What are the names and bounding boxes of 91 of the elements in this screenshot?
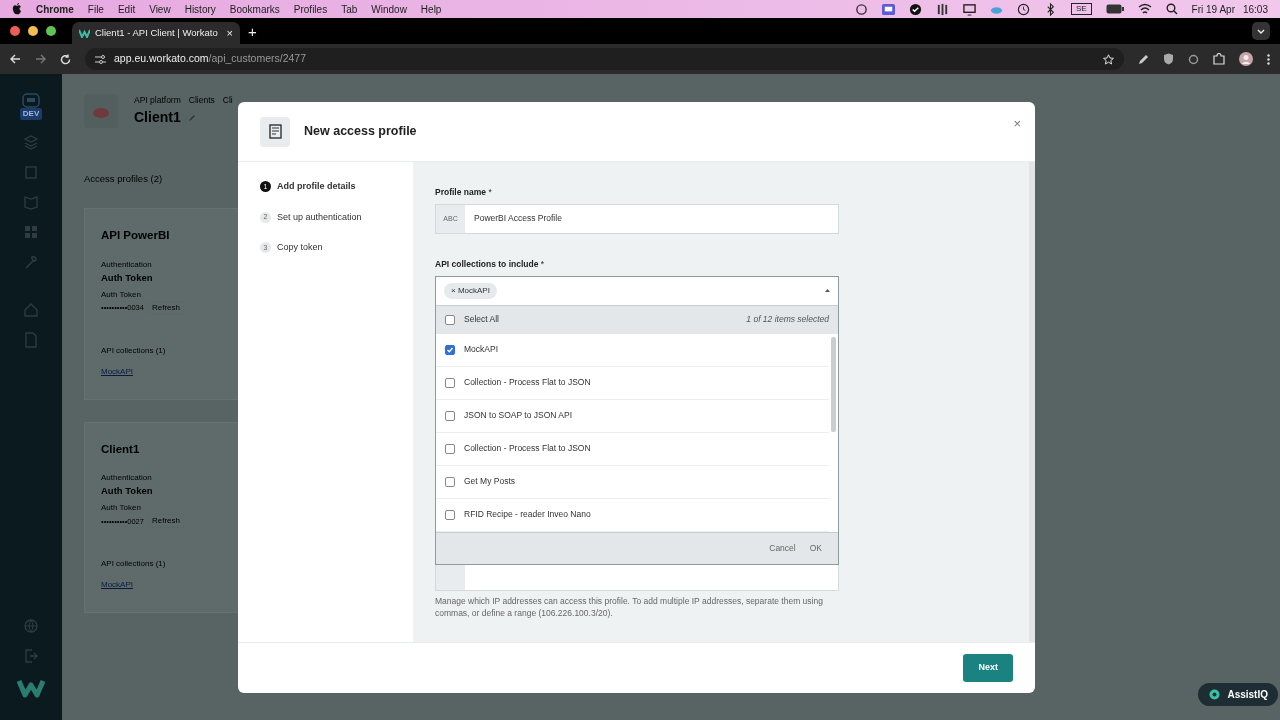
menu-item[interactable]: Edit <box>117 1 136 17</box>
profile-name: Client1 <box>101 441 141 457</box>
menu-item[interactable]: History <box>184 1 216 17</box>
scrollbar-thumb[interactable] <box>831 336 836 432</box>
menu-item[interactable]: View <box>149 1 171 17</box>
puzzle-icon[interactable] <box>1213 53 1225 65</box>
field-label: Authentication <box>101 472 153 484</box>
assistant-button[interactable]: AssistIQ <box>1198 683 1278 706</box>
forward-icon[interactable] <box>35 54 46 64</box>
cancel-button[interactable]: Cancel <box>769 541 796 555</box>
menu-item[interactable]: Tab <box>341 1 358 17</box>
checkbox[interactable] <box>445 377 455 388</box>
field-label: API collections to include * <box>435 257 546 271</box>
selection-count: 1 of 12 items selected <box>746 313 829 326</box>
form-icon <box>260 116 290 147</box>
field-value: Auth Token <box>101 270 154 285</box>
checkbox[interactable] <box>445 410 455 421</box>
app-menu[interactable]: Chrome <box>36 1 74 17</box>
wifi-icon[interactable] <box>1137 3 1152 15</box>
menu-item[interactable]: Bookmarks <box>229 1 280 17</box>
new-tab-button[interactable]: + <box>248 23 257 39</box>
back-icon[interactable] <box>10 54 21 64</box>
checkbox[interactable] <box>445 314 455 325</box>
field-label: Profile name * <box>435 186 493 199</box>
field-value: Auth Token <box>101 484 154 498</box>
modal-title: New access profile <box>304 123 417 141</box>
ok-button[interactable]: OK <box>809 541 822 555</box>
tab-title: Client1 - API Client | Workato <box>95 25 219 40</box>
collections-select[interactable]: × MockAPI <box>436 276 838 306</box>
avatar-icon[interactable] <box>1239 52 1253 66</box>
caret-up-icon[interactable] <box>825 289 830 292</box>
check-icon[interactable] <box>908 2 922 16</box>
monitor-icon[interactable] <box>962 2 976 16</box>
menubar-time[interactable]: 16:03 <box>1242 1 1268 17</box>
w-logo-icon <box>79 28 90 38</box>
help-text: Manage which IP addresses can access this profile. To add multiple IP addresses, separate them using commas, or define a range (106.226.100.3/20). <box>435 594 824 620</box>
close-window-button[interactable] <box>10 26 20 36</box>
site-settings-icon[interactable] <box>95 54 106 64</box>
client-title: Client1 <box>134 107 181 127</box>
option-row[interactable]: MockAPI <box>436 333 829 367</box>
checkbox[interactable] <box>445 344 455 355</box>
search-icon[interactable] <box>1165 3 1178 15</box>
next-button[interactable]: Next <box>963 654 1013 682</box>
refresh-button[interactable]: Refresh <box>147 514 184 529</box>
tab-close[interactable]: × <box>226 24 233 42</box>
field-label: API collections (1) <box>101 558 167 571</box>
checkbox[interactable] <box>445 476 455 487</box>
battery-icon[interactable] <box>1105 4 1124 14</box>
menu-item[interactable]: Help <box>420 1 442 17</box>
option-row[interactable]: Collection - Process Flat to JSON <box>436 366 829 400</box>
option-row[interactable]: JSON to SOAP to JSON API <box>436 399 829 433</box>
star-icon[interactable] <box>1103 53 1114 65</box>
select-all-label[interactable]: Select All <box>464 313 738 326</box>
close-button[interactable]: × <box>1013 114 1021 134</box>
checkbox[interactable] <box>445 509 455 520</box>
section-title: Access profiles (2) <box>84 172 163 186</box>
option-row[interactable]: Collection - Process Flat to JSON <box>436 432 829 466</box>
selected-chip[interactable]: × MockAPI <box>444 282 497 299</box>
profile-name: API PowerBI <box>101 228 171 244</box>
browser-tab[interactable]: Client1 - API Client | Workato × <box>72 22 240 44</box>
menu-item[interactable]: Profiles <box>293 1 328 17</box>
menu-item[interactable]: Window <box>371 1 407 17</box>
menu-item[interactable]: File <box>87 1 104 17</box>
environment-badge: DEV <box>19 108 43 120</box>
option-row[interactable]: Get My Posts <box>436 465 829 499</box>
checkbox[interactable] <box>445 443 455 454</box>
chevron-down-icon <box>1257 28 1265 34</box>
reload-icon[interactable] <box>60 53 71 65</box>
option-row[interactable]: RFID Recipe - reader Inveo Nano <box>436 498 829 532</box>
field-label: Auth Token <box>101 288 142 301</box>
field-label: Authentication <box>101 258 153 271</box>
more-icon[interactable] <box>1267 53 1270 65</box>
ip-address-field[interactable] <box>435 564 839 591</box>
shield-icon[interactable] <box>1163 53 1174 65</box>
refresh-button[interactable]: Refresh <box>147 300 184 315</box>
bars-icon[interactable] <box>935 2 949 16</box>
field-label: API collections (1) <box>101 344 167 357</box>
client-avatar-icon <box>84 94 118 128</box>
zoom-window-button[interactable] <box>46 26 56 36</box>
menubar-date[interactable]: Fri 19 Apr <box>1191 1 1235 17</box>
clock-icon[interactable] <box>1016 2 1030 16</box>
pen-icon[interactable] <box>1138 53 1149 65</box>
field-label: Auth Token <box>101 502 142 515</box>
w-logo-icon[interactable] <box>17 678 45 698</box>
apple-icon[interactable] <box>12 3 22 15</box>
circle-icon[interactable] <box>1188 53 1199 65</box>
screen-share-icon[interactable] <box>881 2 895 16</box>
tab-list-button[interactable] <box>1252 22 1270 40</box>
ring-icon <box>1208 688 1222 701</box>
input-source[interactable]: SE <box>1070 3 1092 15</box>
minimize-window-button[interactable] <box>28 26 38 36</box>
